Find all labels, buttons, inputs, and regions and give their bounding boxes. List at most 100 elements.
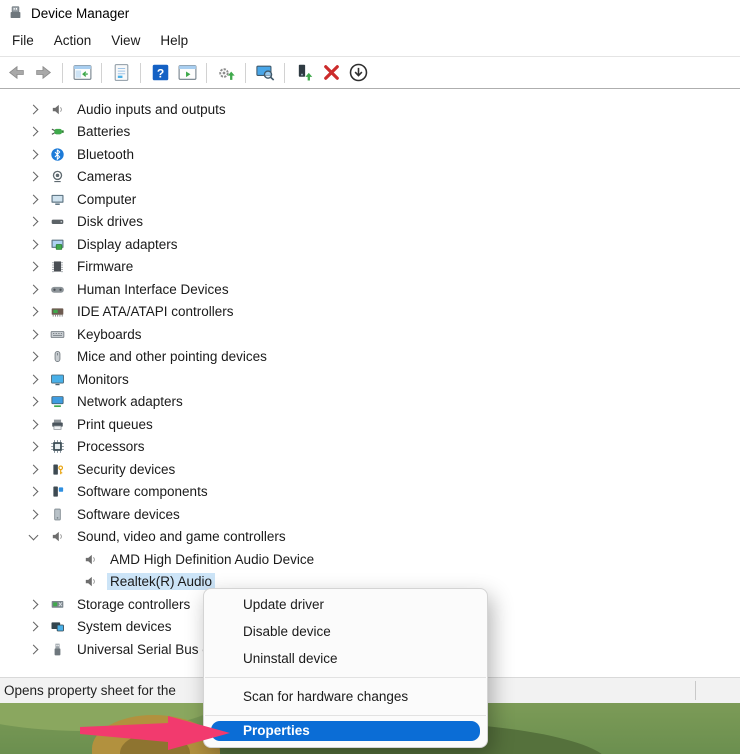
tree-item-display-adapters[interactable]: Display adapters — [0, 233, 740, 256]
bluetooth-icon — [50, 147, 65, 162]
chevron-right-icon[interactable] — [27, 171, 39, 183]
chevron-right-icon[interactable] — [27, 508, 39, 520]
tree-item-processors[interactable]: Processors — [0, 436, 740, 459]
tree-item-label: System devices — [77, 619, 172, 635]
speaker-icon — [83, 552, 98, 567]
tree-item-amd-high-definition-audio-device[interactable]: AMD High Definition Audio Device — [0, 548, 740, 571]
security-key-icon — [50, 462, 65, 477]
chevron-right-icon[interactable] — [27, 261, 39, 273]
update-device-icon[interactable] — [293, 62, 315, 84]
tree-item-mice-and-other-pointing-devices[interactable]: Mice and other pointing devices — [0, 346, 740, 369]
tree-item-network-adapters[interactable]: Network adapters — [0, 391, 740, 414]
tree-item-audio-inputs-and-outputs[interactable]: Audio inputs and outputs — [0, 98, 740, 121]
chevron-right-icon[interactable] — [27, 396, 39, 408]
tree-item-monitors[interactable]: Monitors — [0, 368, 740, 391]
tree-item-label: Bluetooth — [77, 146, 135, 162]
tree-item-batteries[interactable]: Batteries — [0, 121, 740, 144]
mouse-icon — [50, 349, 65, 364]
console-tree-icon[interactable] — [71, 62, 93, 84]
context-menu-item-scan-for-hardware-changes[interactable]: Scan for hardware changes — [204, 683, 487, 710]
chevron-right-icon[interactable] — [27, 238, 39, 250]
chevron-right-icon[interactable] — [27, 486, 39, 498]
tree-item-disk-drives[interactable]: Disk drives — [0, 211, 740, 234]
chevron-right-icon[interactable] — [27, 283, 39, 295]
speaker-icon — [50, 529, 65, 544]
system-device-icon — [50, 619, 65, 634]
disable-device-icon[interactable] — [347, 62, 369, 84]
tree-item-computer[interactable]: Computer — [0, 188, 740, 211]
chevron-right-icon[interactable] — [27, 418, 39, 430]
chevron-right-icon[interactable] — [27, 126, 39, 138]
action-pane-icon[interactable] — [176, 62, 198, 84]
chevron-right-icon[interactable] — [27, 598, 39, 610]
printer-icon — [50, 417, 65, 432]
chevron-right-icon[interactable] — [27, 643, 39, 655]
chevron-down-icon[interactable] — [27, 530, 39, 543]
gamepad-icon — [50, 282, 65, 297]
menu-help[interactable]: Help — [150, 26, 198, 56]
forward-icon[interactable] — [32, 62, 54, 84]
tree-item-label: Mice and other pointing devices — [77, 349, 267, 365]
tree-item-label: Disk drives — [77, 214, 144, 230]
status-text: Opens property sheet for the — [4, 683, 176, 698]
context-menu-item-disable-device[interactable]: Disable device — [204, 618, 487, 645]
tree-item-security-devices[interactable]: Security devices — [0, 458, 740, 481]
chevron-right-icon[interactable] — [27, 441, 39, 453]
tree-item-bluetooth[interactable]: Bluetooth — [0, 143, 740, 166]
context-menu-item-update-driver[interactable]: Update driver — [204, 591, 487, 618]
chevron-right-icon[interactable] — [27, 373, 39, 385]
chevron-right-icon[interactable] — [27, 328, 39, 340]
battery-icon — [50, 124, 65, 139]
chevron-right-icon[interactable] — [27, 351, 39, 363]
context-menu: Update driver Disable device Uninstall dev… — [203, 588, 488, 748]
speaker-icon — [83, 574, 98, 589]
context-menu-item-uninstall-device[interactable]: Uninstall device — [204, 645, 487, 672]
chevron-right-icon[interactable] — [27, 193, 39, 205]
tree-item-label: Human Interface Devices — [77, 281, 229, 297]
tree-item-label: Audio inputs and outputs — [77, 101, 226, 117]
uninstall-device-icon[interactable] — [320, 62, 342, 84]
menu-view[interactable]: View — [101, 26, 150, 56]
tree-item-label: Software components — [77, 484, 208, 500]
tree-item-label: AMD High Definition Audio Device — [110, 551, 315, 567]
menu-file[interactable]: File — [2, 26, 44, 56]
context-menu-separator — [205, 677, 486, 678]
software-component-icon — [50, 484, 65, 499]
tree-item-label: Computer — [77, 191, 137, 207]
toolbar: ? — [0, 56, 740, 89]
tree-item-firmware[interactable]: Firmware — [0, 256, 740, 279]
toolbar-separator — [140, 62, 141, 83]
update-driver-icon[interactable] — [215, 62, 237, 84]
tree-item-label: Processors — [77, 439, 145, 455]
scan-hardware-icon[interactable] — [254, 62, 276, 84]
toolbar-separator — [101, 62, 102, 83]
chevron-right-icon[interactable] — [27, 463, 39, 475]
tree-item-label: Software devices — [77, 506, 180, 522]
back-icon[interactable] — [5, 62, 27, 84]
chevron-right-icon[interactable] — [27, 216, 39, 228]
tree-item-ide-ata-atapi-controllers[interactable]: IDE ATA/ATAPI controllers — [0, 301, 740, 324]
help-icon[interactable]: ? — [149, 62, 171, 84]
tree-item-label: Keyboards — [77, 326, 142, 342]
toolbar-separator — [62, 62, 63, 83]
tree-item-software-devices[interactable]: Software devices — [0, 503, 740, 526]
device-manager-window: { "window": { "title": "Device Manager",… — [0, 0, 740, 754]
properties-icon[interactable] — [110, 62, 132, 84]
chevron-right-icon[interactable] — [27, 148, 39, 160]
chevron-right-icon[interactable] — [27, 306, 39, 318]
annotation-arrow — [80, 716, 230, 750]
tree-item-human-interface-devices[interactable]: Human Interface Devices — [0, 278, 740, 301]
processor-icon — [50, 439, 65, 454]
tree-item-keyboards[interactable]: Keyboards — [0, 323, 740, 346]
svg-text:?: ? — [156, 66, 163, 80]
context-menu-item-properties[interactable]: Properties — [211, 721, 480, 741]
tree-item-sound-video-and-game-controllers[interactable]: Sound, video and game controllers — [0, 526, 740, 549]
tree-item-cameras[interactable]: Cameras — [0, 166, 740, 189]
menu-action[interactable]: Action — [44, 26, 102, 56]
chevron-right-icon[interactable] — [27, 103, 39, 115]
chevron-right-icon[interactable] — [27, 621, 39, 633]
tree-item-print-queues[interactable]: Print queues — [0, 413, 740, 436]
tree-item-software-components[interactable]: Software components — [0, 481, 740, 504]
tree-item-label: Print queues — [77, 416, 153, 432]
tree-item-label: Firmware — [77, 259, 134, 275]
